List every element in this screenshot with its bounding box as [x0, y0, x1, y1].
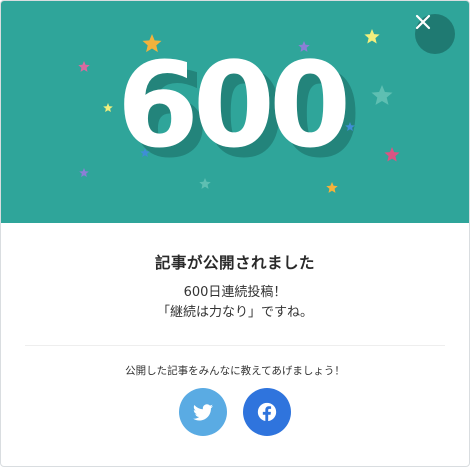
twitter-share-button[interactable] [179, 388, 227, 436]
facebook-share-button[interactable] [243, 388, 291, 436]
share-prompt: 公開した記事をみんなに教えてあげましょう！ [125, 365, 345, 377]
close-button[interactable] [415, 14, 455, 54]
headline: 記事が公開されました [154, 254, 315, 272]
close-icon [415, 14, 431, 30]
motto-message: 「継続は力なり」ですね。 [156, 305, 313, 320]
celebration-banner: 600 600 [1, 1, 469, 223]
celebration-modal: 600 600 記事が公開されました 600日連続投稿！ 「継続は力なり」ですね… [0, 0, 470, 467]
streak-message: 600日連続投稿！ [183, 285, 287, 300]
count-number: 600 [117, 36, 346, 174]
divider [25, 345, 445, 346]
facebook-icon [257, 402, 277, 422]
twitter-icon [193, 403, 213, 420]
banner-illustration: 600 600 [1, 1, 469, 223]
